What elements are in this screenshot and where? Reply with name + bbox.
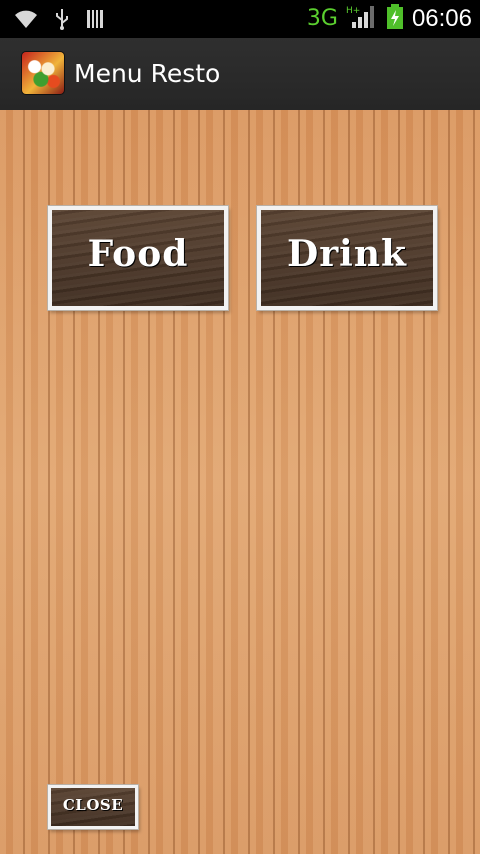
battery-icon xyxy=(386,4,404,34)
sd-card-icon xyxy=(86,9,104,33)
food-button-label: Food xyxy=(87,233,189,275)
svg-text:H+: H+ xyxy=(346,6,360,16)
close-button[interactable]: CLOSE xyxy=(48,785,138,829)
food-button[interactable]: Food xyxy=(48,206,228,310)
wood-background: Food Drink CLOSE xyxy=(0,110,480,854)
usb-icon xyxy=(54,8,70,34)
drink-button[interactable]: Drink xyxy=(257,206,437,310)
drink-button-label: Drink xyxy=(287,233,407,275)
action-bar: Menu Resto xyxy=(0,38,480,112)
wifi-icon xyxy=(14,9,38,33)
close-button-label: CLOSE xyxy=(62,796,124,814)
signal-icon: H+ xyxy=(346,4,378,34)
app-title: Menu Resto xyxy=(74,59,221,88)
network-type: 3G xyxy=(306,6,338,31)
food-app-icon[interactable] xyxy=(22,52,64,94)
status-bar: 3G H+ 06:06 xyxy=(0,0,480,38)
clock: 06:06 xyxy=(411,5,472,32)
